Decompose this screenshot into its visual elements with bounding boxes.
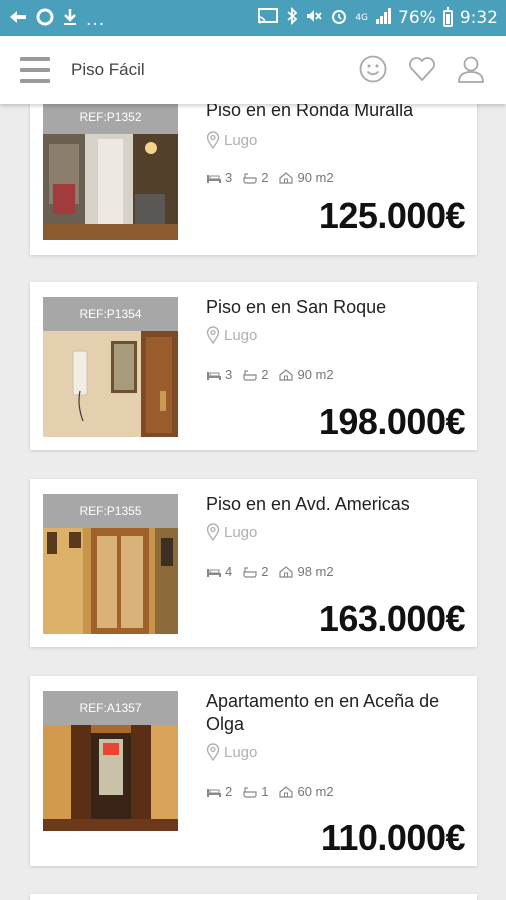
bed-icon [207, 788, 221, 797]
bath-icon [243, 172, 257, 184]
listing-features: 3 2 90 m2 [206, 367, 334, 382]
listing-thumbnail: REF:P1354 [43, 297, 178, 437]
location-text: Lugo [224, 131, 258, 149]
listing-price: 163.000€ [318, 598, 466, 639]
listing-title: Piso en en San Roque [206, 297, 387, 317]
bath-icon [243, 566, 257, 578]
alarm-icon [330, 7, 348, 29]
network-type: 4G [355, 12, 369, 23]
area-value: 90 m2 [297, 170, 334, 185]
listing-card[interactable]: REF:P1355 Piso en en Avd. Americas Lugo … [30, 479, 477, 647]
battery-icon [442, 6, 453, 27]
beds-count: 2 [225, 784, 233, 799]
status-bar: ... 4G 76% 9:32 [0, 0, 506, 36]
location-text: Lugo [224, 326, 258, 344]
location-pin-icon [206, 131, 220, 149]
listing-ref: REF:P1355 [43, 494, 178, 528]
listing-title: Apartamento en en Aceña de Olga [206, 691, 440, 734]
mute-icon [305, 7, 323, 29]
clock: 9:32 [459, 8, 498, 28]
area-value: 90 m2 [297, 367, 334, 382]
baths-count: 2 [261, 367, 269, 382]
listing-location: Lugo [206, 326, 257, 344]
opera-icon [36, 8, 54, 32]
beds-count: 3 [225, 367, 233, 382]
cast-icon [257, 7, 279, 29]
baths-count: 2 [261, 564, 269, 579]
listing-card[interactable]: REF:P1354 Piso en en San Roque Lugo 3 2 … [30, 282, 477, 450]
listing-price: 198.000€ [318, 401, 466, 442]
listing-card[interactable] [30, 894, 477, 900]
hamburger-menu-icon[interactable] [20, 57, 50, 83]
area-icon [279, 171, 294, 184]
listing-ref: REF:A1357 [43, 691, 178, 725]
bed-icon [207, 371, 221, 380]
signal-icon [375, 7, 392, 29]
bed-icon [207, 174, 221, 183]
listing-price: 125.000€ [318, 195, 466, 236]
area-icon [279, 565, 294, 578]
listing-location: Lugo [206, 743, 257, 761]
listing-photo [43, 725, 178, 831]
location-text: Lugo [224, 523, 258, 541]
user-icon[interactable] [456, 54, 486, 84]
listing-title: Piso en en Avd. Americas [206, 494, 410, 514]
area-value: 60 m2 [297, 784, 334, 799]
listing-location: Lugo [206, 523, 257, 541]
listing-ref: REF:P1354 [43, 297, 178, 331]
baths-count: 1 [261, 784, 269, 799]
listing-thumbnail: REF:P1355 [43, 494, 178, 634]
beds-count: 4 [225, 564, 233, 579]
listing-photo [43, 528, 178, 634]
app-title: Piso Fácil [71, 60, 145, 79]
listing-card[interactable]: REF:P1352 Piso en en Ronda Muralla Lugo … [30, 104, 477, 255]
listing-thumbnail: REF:A1357 [43, 691, 178, 831]
location-pin-icon [206, 523, 220, 541]
location-pin-icon [206, 326, 220, 344]
area-icon [279, 785, 294, 798]
bath-icon [243, 786, 257, 798]
listing-features: 3 2 90 m2 [206, 170, 334, 185]
listing-ref: REF:P1352 [43, 104, 178, 134]
listing-location: Lugo [206, 131, 257, 149]
area-value: 98 m2 [297, 564, 334, 579]
download-icon [62, 8, 78, 32]
bath-icon [243, 369, 257, 381]
listing-features: 4 2 98 m2 [206, 564, 334, 579]
app-header: Piso Fácil [0, 36, 506, 104]
smiley-icon[interactable] [358, 54, 388, 84]
battery-percentage: 76% [398, 8, 436, 28]
listing-title: Piso en en Ronda Muralla [206, 104, 414, 120]
baths-count: 2 [261, 170, 269, 185]
area-icon [279, 368, 294, 381]
listing-price: 110.000€ [320, 817, 466, 858]
cast-back-icon [8, 7, 28, 33]
beds-count: 3 [225, 170, 233, 185]
listing-features: 2 1 60 m2 [206, 784, 334, 799]
listing-photo [43, 134, 178, 240]
bed-icon [207, 568, 221, 577]
location-text: Lugo [224, 743, 258, 761]
listing-photo [43, 331, 178, 437]
bluetooth-icon [286, 6, 298, 29]
listing-thumbnail: REF:P1352 [43, 104, 178, 240]
more-notifications-indicator: ... [86, 10, 106, 30]
listing-list[interactable]: REF:P1352 Piso en en Ronda Muralla Lugo … [0, 104, 506, 900]
location-pin-icon [206, 743, 220, 761]
heart-icon[interactable] [407, 54, 437, 84]
listing-card[interactable]: REF:A1357 Apartamento en en Aceña de Olg… [30, 676, 477, 866]
